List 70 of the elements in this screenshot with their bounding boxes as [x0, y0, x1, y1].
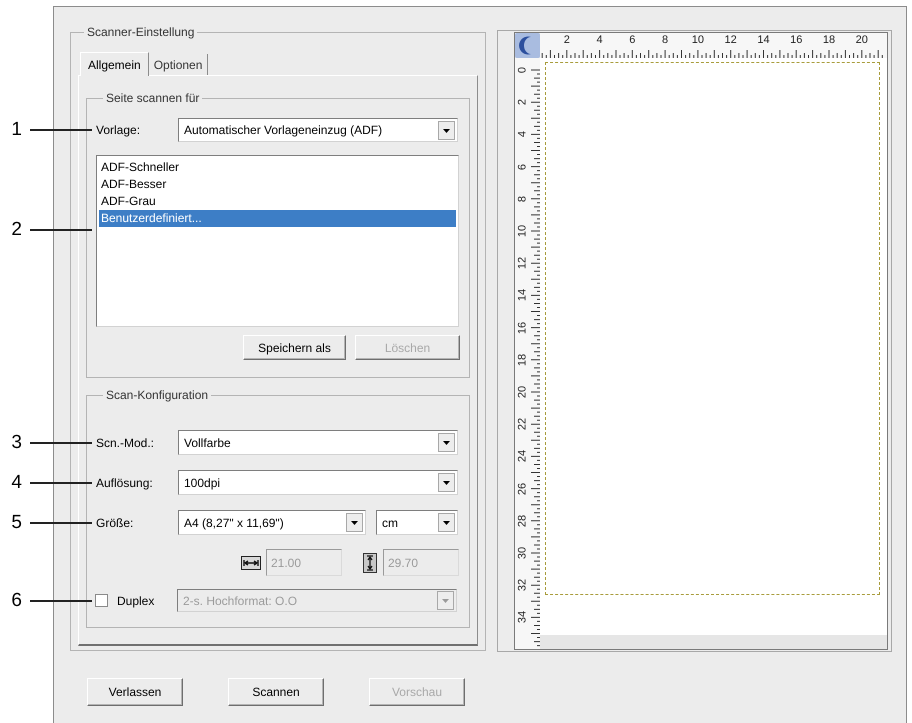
ruler-label: 10: [518, 224, 528, 238]
ruler-label: 18: [518, 354, 528, 366]
ruler-label: 14: [518, 289, 528, 302]
callout-number: 4: [11, 472, 22, 492]
ruler-label: 0: [518, 66, 528, 74]
field-label: Größe:: [96, 516, 134, 530]
list-item[interactable]: ADF-Grau: [99, 193, 456, 210]
callout-number: 2: [11, 220, 22, 240]
leader-line: [30, 600, 92, 602]
ruler-label: 10: [692, 35, 704, 46]
dropdown-field[interactable]: Automatischer Vorlageneinzug (ADF): [178, 118, 458, 142]
ruler-label: 16: [518, 321, 528, 334]
ruler-label: 34: [518, 611, 528, 624]
ruler-label: 24: [518, 450, 528, 463]
exit-button[interactable]: Verlassen: [87, 678, 183, 706]
tab[interactable]: Optionen: [148, 54, 208, 75]
ruler-label: 18: [822, 35, 836, 46]
list-item[interactable]: Benutzerdefiniert...: [99, 210, 456, 227]
list-item[interactable]: ADF-Schneller: [99, 159, 456, 176]
caret-down-icon[interactable]: [438, 473, 455, 492]
height-arrows-icon: [363, 552, 377, 572]
callout-number: 3: [11, 432, 22, 452]
leader-line: [30, 442, 92, 444]
caret-down-icon[interactable]: [438, 513, 455, 532]
leader-line: [30, 229, 92, 231]
leader-line: [30, 482, 92, 484]
crescent-icon[interactable]: [515, 33, 540, 58]
ruler-label: 8: [662, 35, 668, 46]
list-item[interactable]: ADF-Besser: [99, 176, 456, 193]
field-label: Scn.-Mod.:: [96, 436, 154, 450]
ruler-label: 14: [757, 35, 770, 46]
dropdown-field[interactable]: A4 (8,27" x 11,69"): [178, 510, 366, 535]
caret-down-icon[interactable]: [438, 120, 455, 140]
checkbox-label: Duplex: [117, 594, 154, 608]
caret-down-icon[interactable]: [438, 433, 455, 452]
ruler-label: 6: [518, 164, 528, 170]
field-label: Vorlage:: [96, 123, 140, 137]
ruler-label: 28: [518, 514, 528, 527]
caret-down-icon[interactable]: [346, 513, 363, 532]
ruler-label: 6: [629, 35, 636, 46]
callout-number: 5: [11, 512, 22, 532]
width-arrows-icon: [241, 556, 261, 570]
ruler-label: 4: [596, 35, 603, 46]
ruler-label: 20: [856, 35, 868, 46]
callout-number: 1: [11, 120, 22, 140]
leader-line: [30, 522, 92, 524]
ruler-label: 22: [518, 418, 528, 430]
ruler-label: 4: [518, 131, 528, 138]
ruler-label: 2: [518, 99, 528, 106]
save-as-button[interactable]: Speichern als: [243, 335, 346, 360]
ruler-label: 8: [518, 196, 528, 202]
tab[interactable]: Allgemein: [80, 52, 149, 76]
field-label: Auflösung:: [96, 476, 153, 490]
ruler-label: 12: [518, 257, 528, 270]
ruler-label: 32: [518, 579, 528, 592]
ruler-label: 12: [724, 35, 737, 46]
group-title: Scanner-Einstellung: [86, 25, 196, 39]
ruler-label: 30: [518, 546, 528, 560]
ruler-label: 26: [518, 482, 528, 495]
ruler-label: 16: [790, 35, 802, 46]
dropdown-field[interactable]: Vollfarbe: [178, 430, 458, 455]
dropdown-field[interactable]: 100dpi: [178, 470, 458, 495]
scan-button[interactable]: Scannen: [228, 678, 324, 706]
group-title: Seite scannen für: [105, 91, 200, 105]
dropdown-field[interactable]: cm: [376, 510, 458, 535]
ruler-label: 20: [518, 386, 528, 398]
leader-line: [30, 129, 92, 131]
callout-number: 6: [11, 590, 22, 610]
group-title: Scan-Konfiguration: [105, 388, 210, 402]
ruler-label: 2: [564, 35, 570, 46]
